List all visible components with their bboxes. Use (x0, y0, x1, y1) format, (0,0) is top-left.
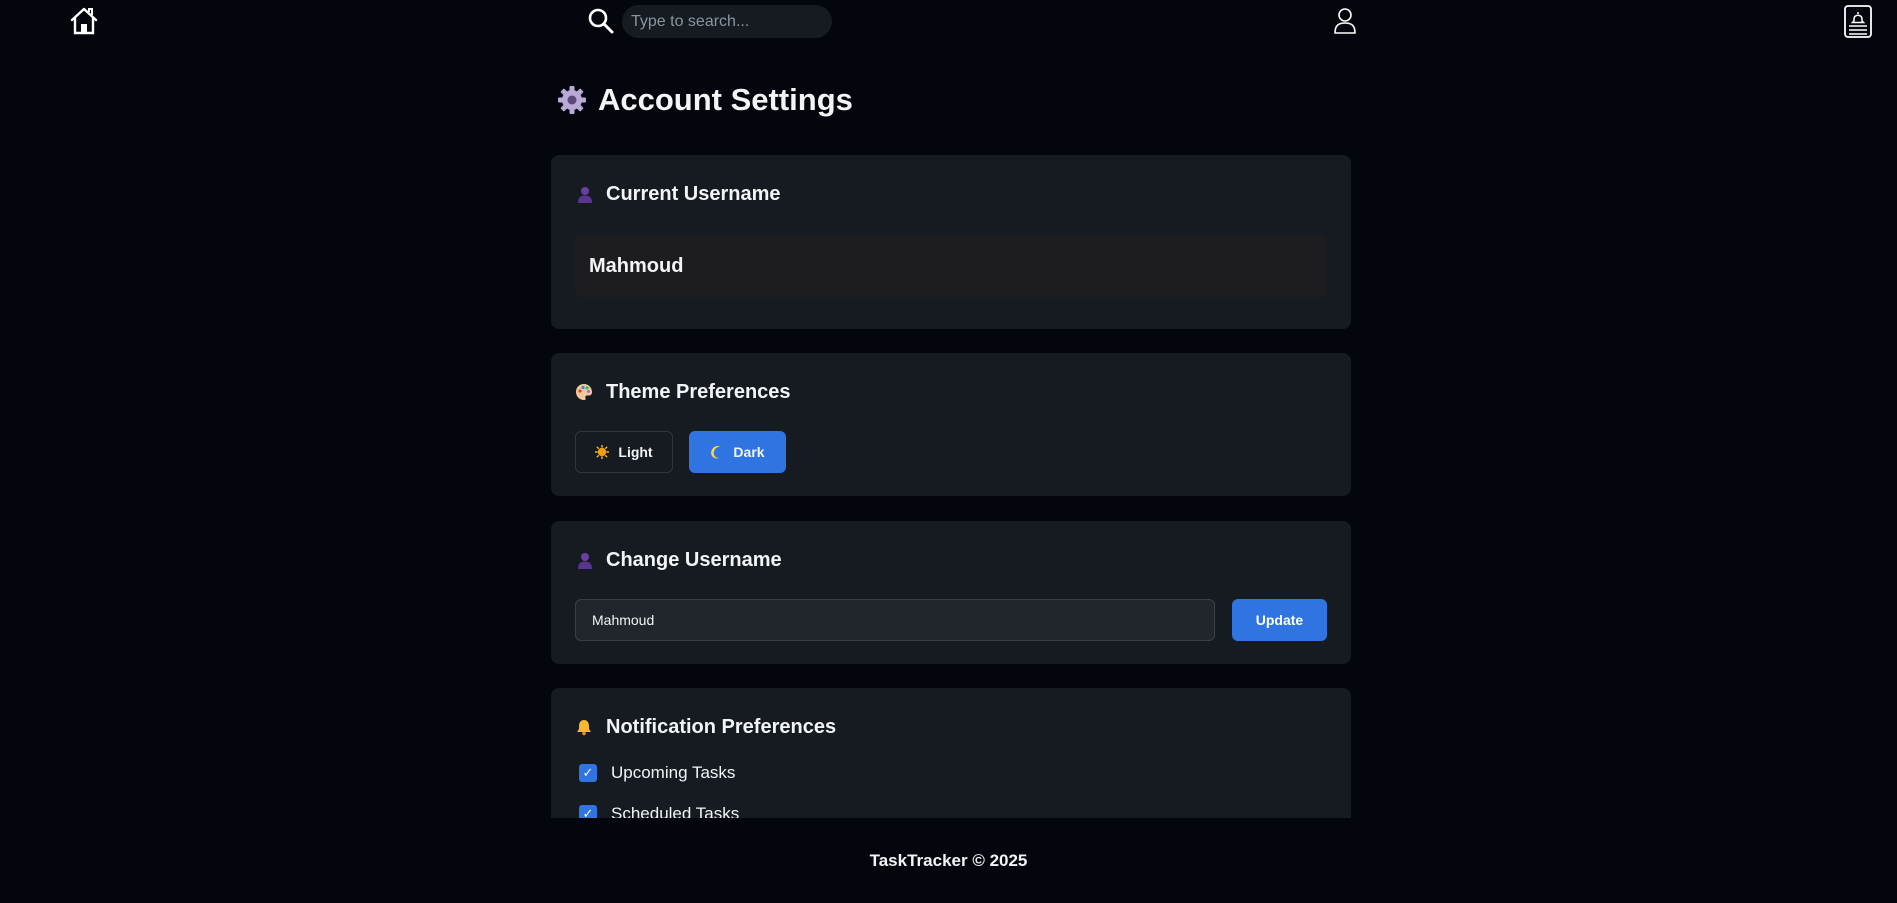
card-title: Theme Preferences (606, 380, 791, 403)
home-icon[interactable] (70, 6, 98, 36)
settings-main: Account Settings Current Username Mahmou… (551, 80, 1351, 818)
checkbox-label: Upcoming Tasks (611, 763, 736, 782)
dark-theme-button[interactable]: Dark (689, 431, 786, 473)
update-button[interactable]: Update (1232, 599, 1327, 641)
card-header: Theme Preferences (575, 377, 791, 407)
card-title: Current Username (606, 182, 781, 205)
bell-icon (575, 718, 593, 736)
top-nav (0, 0, 1897, 44)
light-theme-label: Light (618, 444, 653, 460)
search-input[interactable] (622, 5, 832, 38)
notification-preferences-card: Notification Preferences ✓ Upcoming Task… (551, 688, 1351, 818)
footer: TaskTracker © 2025 (0, 818, 1897, 903)
theme-preferences-card: Theme Preferences Light Dark (551, 353, 1351, 496)
checkmark-icon: ✓ (579, 805, 597, 818)
current-username-card: Current Username Mahmoud (551, 155, 1351, 329)
page-header: Account Settings (557, 80, 853, 120)
user-icon[interactable] (1333, 7, 1357, 35)
footer-text: TaskTracker © 2025 (869, 850, 1028, 870)
search-icon[interactable] (587, 7, 615, 35)
sun-icon (595, 444, 610, 460)
light-theme-button[interactable]: Light (575, 431, 673, 473)
new-username-input[interactable] (575, 599, 1215, 641)
user-silhouette-icon (575, 551, 593, 569)
page-title: Account Settings (598, 82, 853, 117)
notifications-icon[interactable] (1844, 5, 1872, 38)
user-silhouette-icon (575, 185, 593, 203)
checkmark-icon: ✓ (579, 764, 597, 782)
checkbox-label: Scheduled Tasks (611, 804, 740, 818)
current-username-value: Mahmoud (575, 235, 1327, 297)
card-title: Notification Preferences (606, 715, 837, 738)
card-title: Change Username (606, 548, 782, 571)
upcoming-tasks-checkbox[interactable]: ✓ Upcoming Tasks (579, 763, 735, 783)
search-bar (587, 5, 832, 38)
card-header: Current Username (575, 179, 781, 209)
palette-icon (575, 383, 593, 401)
card-header: Notification Preferences (575, 712, 836, 742)
gear-icon (557, 85, 587, 115)
scheduled-tasks-checkbox[interactable]: ✓ Scheduled Tasks (579, 804, 739, 818)
change-username-card: Change Username Update (551, 521, 1351, 664)
card-header: Change Username (575, 545, 782, 575)
dark-theme-label: Dark (733, 444, 765, 460)
moon-icon (710, 445, 724, 459)
